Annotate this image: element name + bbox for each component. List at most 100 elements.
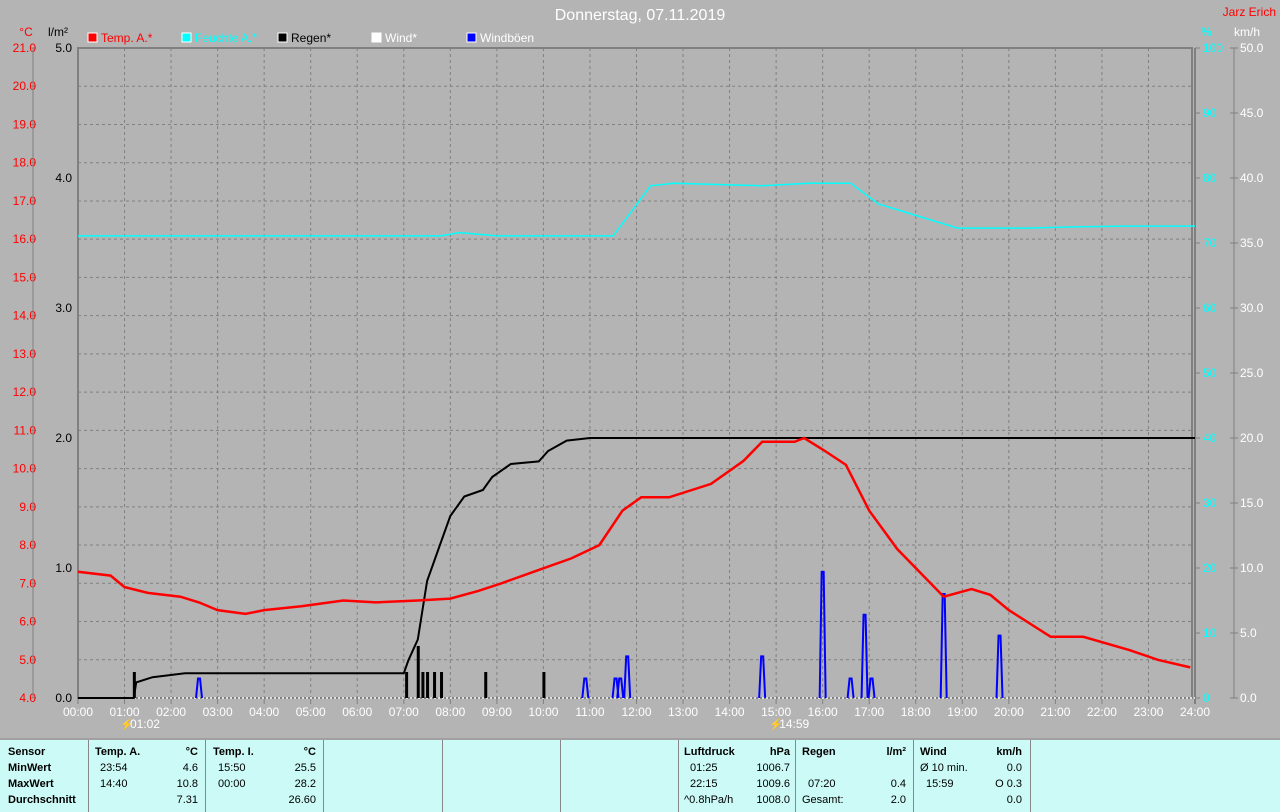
weather-chart: Donnerstag, 07.11.2019 Jarz Erich Temp. A.… (13, 5, 1276, 731)
stat-time: 00:00 (218, 778, 246, 790)
x-tick-label: 00:00 (63, 705, 93, 719)
x-tick-label: 17:00 (854, 705, 884, 719)
legend-entry: Windböen (480, 31, 534, 45)
x-tick-label: 12:00 (621, 705, 651, 719)
stat-label: Ø 10 min. (920, 762, 968, 774)
annotation-label: 01:02 (130, 717, 160, 731)
x-tick-label: 04:00 (249, 705, 279, 719)
gust-spike (195, 677, 204, 699)
row-label: Durchschnitt (8, 794, 76, 806)
rain-bar (416, 646, 420, 698)
chart-title: Donnerstag, 07.11.2019 (555, 7, 726, 24)
humidity-tick-label: 0 (1203, 691, 1210, 705)
gust-spike (581, 677, 590, 699)
stat-value: 4.6 (182, 762, 198, 774)
humidity-tick-label: 80 (1203, 171, 1217, 185)
stat-value: 1008.0 (756, 794, 790, 806)
humidity-tick-label: 10 (1203, 626, 1217, 640)
rain-bar (405, 672, 409, 698)
stat-time: 14:40 (100, 778, 128, 790)
humidity-tick-label: 70 (1203, 236, 1217, 250)
col-header: Wind (920, 746, 947, 758)
rain-bar (542, 672, 546, 698)
stat-value: 10.8 (176, 778, 198, 790)
stat-value: 0.4 (890, 778, 906, 790)
humidity-tick-label: 40 (1203, 431, 1217, 445)
humidity-series (78, 182, 1195, 237)
temp-tick-label: 8.0 (19, 538, 36, 552)
wind-tick-label: 5.0 (1240, 626, 1257, 640)
wind-tick-label: 50.0 (1240, 41, 1264, 55)
stat-value: 0.0 (1006, 762, 1022, 774)
stat-value: 0.0 (1006, 794, 1022, 806)
rain-bar (433, 672, 437, 698)
stat-value: 7.31 (176, 794, 198, 806)
rain-bar (421, 672, 425, 698)
temp-tick-label: 7.0 (19, 576, 36, 590)
stat-value: 26.60 (288, 794, 316, 806)
gust-spike (758, 655, 767, 699)
x-tick-label: 06:00 (342, 705, 372, 719)
gust-spike (616, 677, 625, 699)
stat-value: 1006.7 (756, 762, 790, 774)
humidity-tick-label: 60 (1203, 301, 1217, 315)
stat-time: 15:59 (926, 778, 954, 790)
x-tick-label: 05:00 (296, 705, 326, 719)
x-tick-label: 13:00 (668, 705, 698, 719)
gust-spike (867, 677, 876, 699)
gust-spike (623, 655, 632, 699)
col-unit: °C (185, 746, 198, 758)
legend-swatch (87, 32, 98, 43)
stat-value: 28.2 (294, 778, 316, 790)
wind-tick-label: 25.0 (1240, 366, 1264, 380)
wind-tick-label: 0.0 (1240, 691, 1257, 705)
row-label: MaxWert (8, 778, 54, 790)
humidity-tick-label: 50 (1203, 366, 1217, 380)
x-tick-label: 09:00 (482, 705, 512, 719)
legend-swatch (277, 32, 288, 43)
annotation-label: 14:59 (779, 717, 809, 731)
wind-axis-unit: km/h (1234, 25, 1260, 39)
author-label: Jarz Erich (1223, 5, 1276, 19)
stat-value: O 0.3 (995, 778, 1022, 790)
wind-tick-label: 35.0 (1240, 236, 1264, 250)
legend-swatch (466, 32, 477, 43)
legend-swatch (181, 32, 192, 43)
x-tick-label: 02:00 (156, 705, 186, 719)
gust-spike (846, 677, 855, 699)
x-tick-label: 10:00 (528, 705, 558, 719)
humidity-tick-label: 20 (1203, 561, 1217, 575)
x-tick-label: 24:00 (1180, 705, 1210, 719)
legend-entry: Regen* (291, 31, 331, 45)
col-unit: km/h (996, 746, 1022, 758)
rain-bar (484, 672, 488, 698)
rain-tick-label: 5.0 (55, 41, 72, 55)
temp-tick-label: 6.0 (19, 615, 36, 629)
x-tick-label: 03:00 (203, 705, 233, 719)
plot-frame (77, 47, 1193, 699)
temp-tick-label: 5.0 (19, 653, 36, 667)
temp-tick-label: 4.0 (19, 691, 36, 705)
gust-spike (939, 593, 948, 699)
wind-tick-label: 15.0 (1240, 496, 1264, 510)
legend-entry: Feuchte A.* (195, 31, 257, 45)
col-unit: hPa (769, 746, 790, 758)
legend-entry: Temp. A.* (101, 31, 153, 45)
rain-tick-label: 0.0 (55, 691, 72, 705)
x-tick-label: 16:00 (808, 705, 838, 719)
x-tick-label: 20:00 (994, 705, 1024, 719)
stat-value: 2.0 (890, 794, 906, 806)
x-tick-label: 07:00 (389, 705, 419, 719)
stat-value: 25.5 (294, 762, 316, 774)
legend-swatch (371, 32, 382, 43)
temp-axis-unit: °C (19, 25, 33, 39)
rain-axis-unit: l/m² (48, 25, 68, 39)
stat-trend: ^0.8hPa/h (684, 794, 734, 806)
stat-label: Gesamt: (802, 794, 844, 806)
x-tick-label: 23:00 (1133, 705, 1163, 719)
x-tick-label: 22:00 (1087, 705, 1117, 719)
gust-spike (860, 613, 869, 699)
rain-tick-label: 1.0 (55, 561, 72, 575)
col-header: Regen (802, 746, 836, 758)
x-tick-label: 18:00 (901, 705, 931, 719)
